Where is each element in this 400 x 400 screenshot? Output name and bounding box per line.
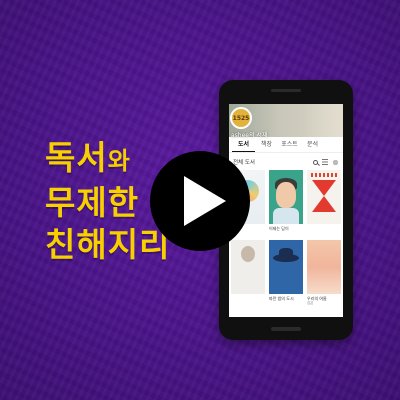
list-icon[interactable] [322,159,328,165]
book-author [269,301,303,306]
play-button[interactable] [150,151,250,251]
avatar-text: 1525 [232,114,250,122]
headline-line-1: 독서와 [45,138,170,181]
headline-line-1-small: 와 [107,147,131,175]
book-item[interactable] [231,240,265,306]
search-icon[interactable] [313,159,318,165]
book-item[interactable]: 파란 밤의 도시 [269,240,303,306]
headline-line-3: 친해지리 [45,225,171,264]
book-cover [269,240,303,294]
tab-shelves[interactable]: 책장 [255,138,278,152]
book-item[interactable] [307,170,341,236]
book-author [307,231,341,236]
phone-speaker [271,89,301,92]
book-cover [307,240,341,294]
tab-sentences[interactable]: 문석 [301,138,324,152]
tab-posts[interactable]: 포스트 [278,138,301,152]
play-icon [183,176,226,226]
phone-home-bar [271,327,301,331]
book-item[interactable]: 이제는 답이 [269,170,303,236]
headline-line-1-main: 독서 [45,138,108,177]
section-bar: 전체 도서 [229,156,343,168]
book-cover [269,170,303,224]
section-title: 전체 도서 [233,160,255,166]
book-cover [231,240,265,294]
avatar[interactable]: 1525 [230,107,252,129]
book-author: 김은 [307,301,314,305]
library-tabs: 도서 책장 포스트 문석 [229,138,343,153]
tab-books[interactable]: 도서 [232,138,255,152]
grid-icon[interactable] [332,158,339,166]
book-author [231,301,265,306]
book-author [269,231,303,236]
book-item[interactable]: 우리의 여름 김은 [307,240,341,306]
book-cover [307,170,341,224]
